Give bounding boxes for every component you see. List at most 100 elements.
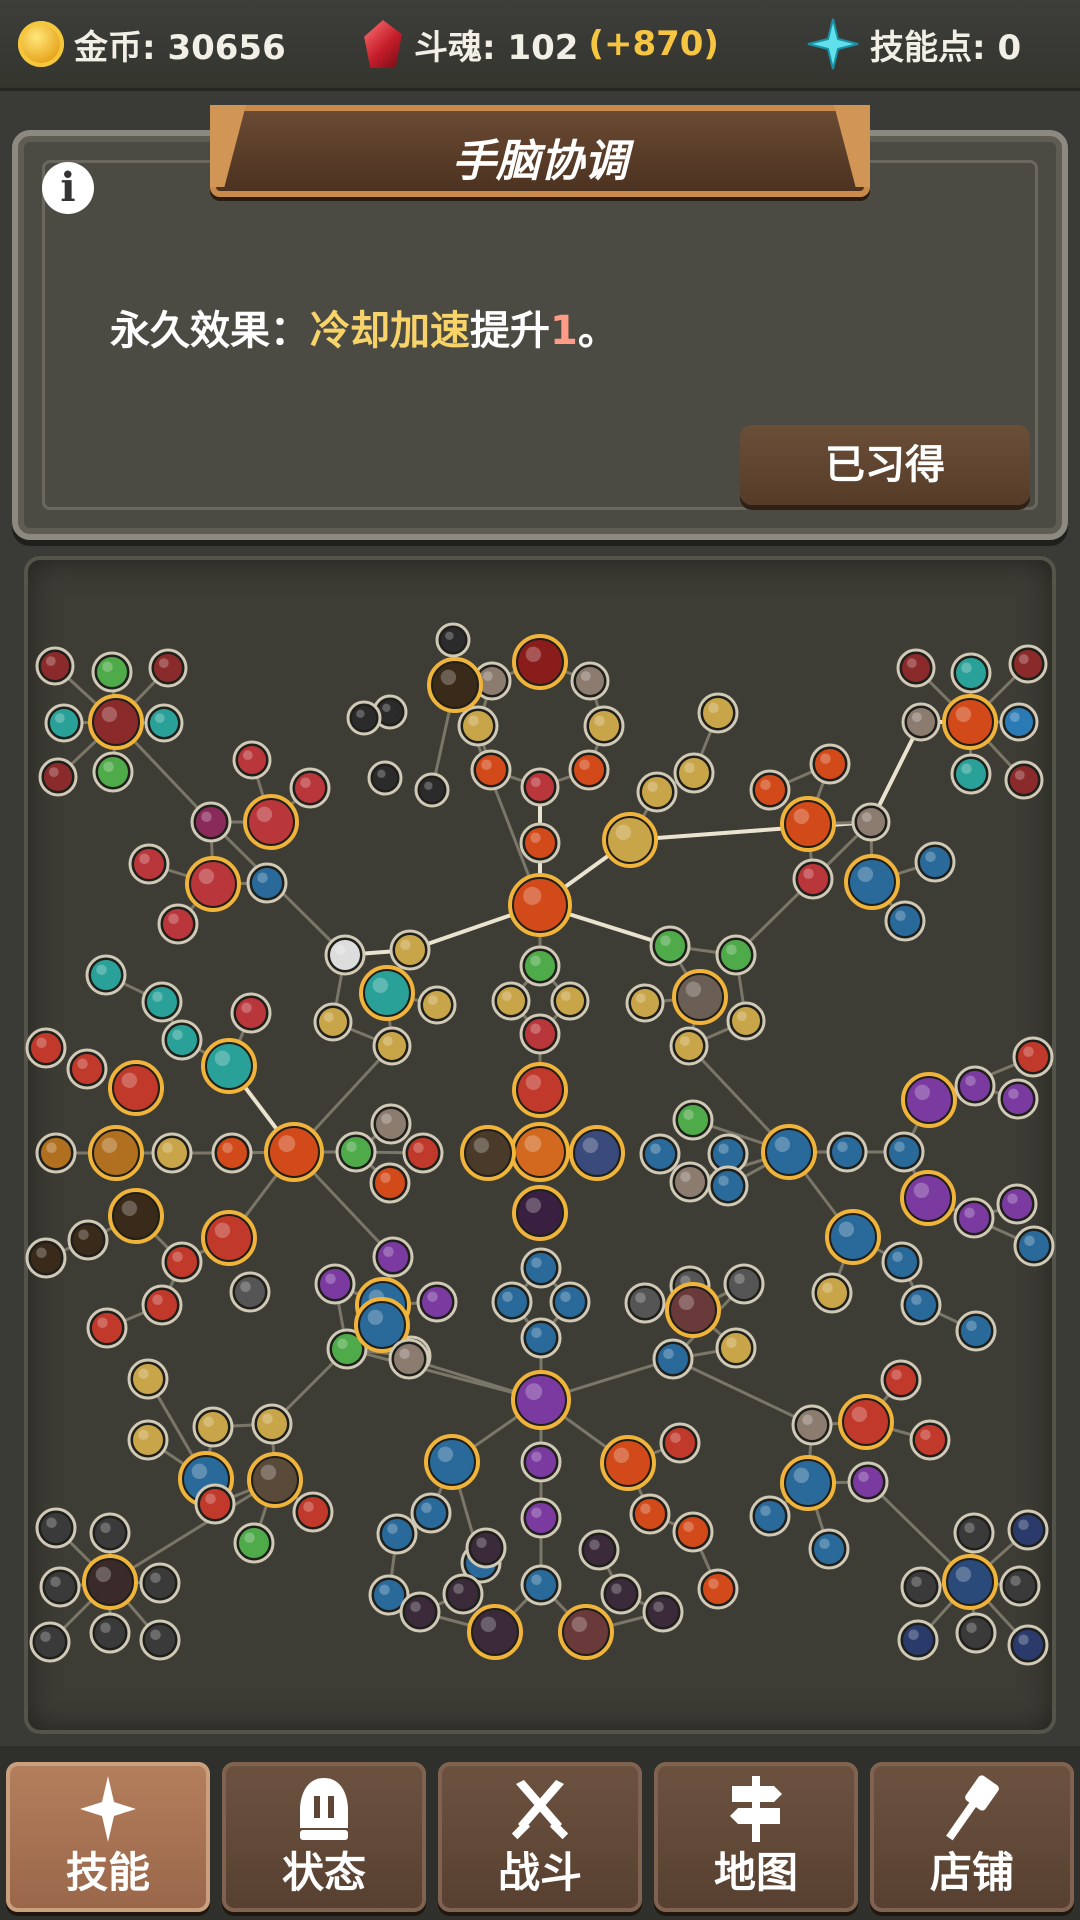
skill-node[interactable] — [324, 934, 366, 976]
skill-node[interactable] — [359, 965, 415, 1021]
skill-node[interactable] — [512, 634, 568, 690]
skill-node[interactable] — [570, 661, 610, 701]
skill-node[interactable] — [512, 1185, 568, 1241]
skill-node[interactable] — [942, 1554, 998, 1610]
skill-node[interactable] — [465, 1527, 507, 1569]
skill-node[interactable] — [427, 657, 483, 713]
skill-node[interactable] — [669, 1026, 709, 1066]
skill-node[interactable] — [602, 812, 658, 868]
skill-node[interactable] — [128, 843, 170, 885]
skill-node[interactable] — [399, 1591, 441, 1633]
skill-node[interactable] — [665, 1282, 721, 1338]
skill-node[interactable] — [510, 1122, 570, 1182]
skill-node[interactable] — [808, 1528, 850, 1570]
skill-node[interactable] — [520, 1497, 562, 1539]
nav-shop-button[interactable]: 店铺 — [870, 1762, 1074, 1912]
skill-node[interactable] — [190, 801, 232, 843]
skill-node[interactable] — [520, 767, 560, 807]
skill-node[interactable] — [313, 1002, 353, 1042]
skill-node[interactable] — [652, 1338, 694, 1380]
skill-node[interactable] — [144, 703, 184, 743]
skill-node[interactable] — [457, 705, 499, 747]
skill-node[interactable] — [715, 1327, 757, 1369]
skill-node[interactable] — [86, 1307, 128, 1349]
skill-node[interactable] — [292, 1491, 334, 1533]
skill-node[interactable] — [791, 1404, 833, 1446]
skill-node[interactable] — [901, 702, 941, 742]
skill-node[interactable] — [697, 692, 739, 734]
skill-node[interactable] — [844, 854, 900, 910]
skill-node[interactable] — [35, 646, 75, 686]
skill-node[interactable] — [89, 1612, 131, 1654]
skill-node[interactable] — [558, 1604, 614, 1660]
skill-node[interactable] — [161, 1241, 203, 1283]
skill-node[interactable] — [520, 1441, 562, 1483]
skill-node[interactable] — [201, 1038, 257, 1094]
skill-node[interactable] — [550, 981, 590, 1021]
skill-node[interactable] — [157, 903, 199, 945]
skill-node[interactable] — [900, 1566, 942, 1608]
skill-node[interactable] — [44, 703, 84, 743]
skill-node[interactable] — [569, 1125, 625, 1181]
skill-node[interactable] — [884, 900, 926, 942]
skill-node[interactable] — [1004, 760, 1044, 800]
skill-node[interactable] — [625, 983, 665, 1023]
skill-node[interactable] — [388, 1338, 430, 1380]
skill-node[interactable] — [151, 1132, 193, 1174]
skill-node[interactable] — [410, 1492, 452, 1534]
skill-node[interactable] — [999, 1565, 1041, 1607]
skill-node[interactable] — [442, 1573, 484, 1615]
nav-battle-button[interactable]: 战斗 — [438, 1762, 642, 1912]
skill-node[interactable] — [900, 1284, 942, 1326]
skill-node[interactable] — [900, 1170, 956, 1226]
skill-node[interactable] — [520, 1247, 562, 1289]
skill-node[interactable] — [600, 1573, 642, 1615]
skill-node[interactable] — [649, 925, 691, 967]
skill-node[interactable] — [139, 1562, 181, 1604]
skill-node[interactable] — [88, 694, 144, 750]
skill-node[interactable] — [999, 702, 1039, 742]
skill-node[interactable] — [376, 1513, 418, 1555]
skill-node[interactable] — [211, 1132, 253, 1174]
nav-skills-button[interactable]: 技能 — [6, 1762, 210, 1912]
skill-node[interactable] — [955, 1310, 997, 1352]
skill-node[interactable] — [707, 1165, 749, 1207]
skill-node[interactable] — [414, 772, 450, 808]
skill-node[interactable] — [636, 771, 678, 813]
skill-node[interactable] — [851, 802, 891, 842]
skill-node[interactable] — [370, 1103, 412, 1145]
skill-node[interactable] — [673, 752, 715, 794]
learned-button[interactable]: 已习得 — [740, 425, 1030, 505]
skill-node[interactable] — [185, 856, 241, 912]
skill-node[interactable] — [246, 862, 288, 904]
skill-node[interactable] — [25, 1027, 67, 1069]
skill-node[interactable] — [955, 1612, 997, 1654]
nav-map-button[interactable]: 地图 — [654, 1762, 858, 1912]
skill-node[interactable] — [624, 1282, 666, 1324]
skill-node[interactable] — [417, 985, 457, 1025]
skill-node[interactable] — [108, 1188, 164, 1244]
skill-node[interactable] — [950, 753, 992, 795]
skill-node[interactable] — [519, 945, 561, 987]
skill-node[interactable] — [881, 1241, 923, 1283]
skill-node[interactable] — [35, 1507, 77, 1549]
skill-node[interactable] — [467, 1604, 523, 1660]
skill-node[interactable] — [491, 1281, 533, 1323]
skill-node[interactable] — [1008, 644, 1048, 684]
skill-node[interactable] — [914, 841, 956, 883]
skill-node[interactable] — [953, 1197, 995, 1239]
skill-node[interactable] — [89, 1512, 131, 1554]
skill-node[interactable] — [1013, 1225, 1055, 1267]
skill-node[interactable] — [491, 981, 531, 1021]
skill-node[interactable] — [372, 1026, 412, 1066]
skill-node[interactable] — [629, 1493, 671, 1535]
skill-node[interactable] — [289, 767, 331, 809]
skill-node[interactable] — [460, 1125, 516, 1181]
skill-node[interactable] — [508, 873, 572, 937]
skill-node[interactable] — [838, 1394, 894, 1450]
skill-node[interactable] — [642, 1591, 684, 1633]
skill-node[interactable] — [672, 969, 728, 1025]
skill-node[interactable] — [997, 1078, 1039, 1120]
skill-node[interactable] — [578, 1529, 620, 1571]
skill-node[interactable] — [229, 1271, 271, 1313]
